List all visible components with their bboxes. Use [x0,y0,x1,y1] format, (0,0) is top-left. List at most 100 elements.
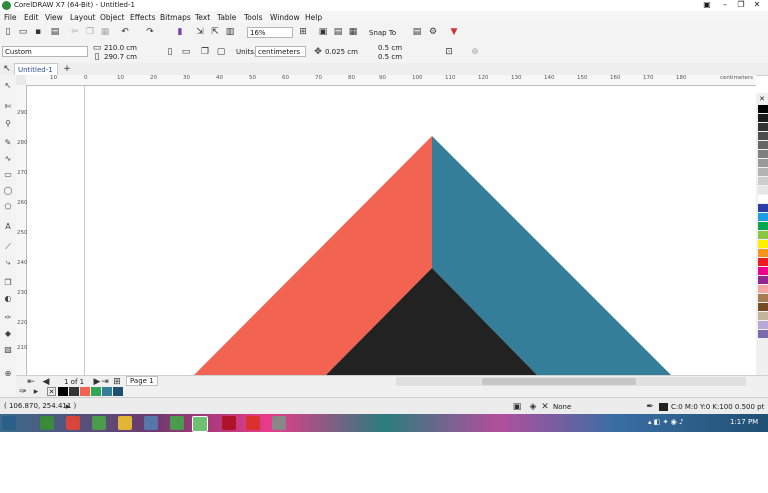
color-swatch[interactable] [758,213,768,221]
full-screen-icon[interactable]: ▣ [318,27,328,37]
copy-icon[interactable]: ❐ [85,27,95,37]
menu-bitmaps[interactable]: Bitmaps [160,13,191,22]
nudge-distance-field[interactable]: 0.025 cm [325,48,358,56]
options-icon[interactable]: ⚙ [428,27,438,37]
menu-text[interactable]: Text [195,13,210,22]
vertical-ruler[interactable]: 290 280 270 260 250 240 230 220 210 [16,85,28,375]
menu-window[interactable]: Window [270,13,300,22]
undo-icon[interactable]: ↶ [120,27,130,37]
portrait-icon[interactable]: ▯ [165,47,175,57]
doc-color-swatch[interactable] [91,387,101,396]
cut-icon[interactable]: ✂ [70,27,80,37]
all-pages-icon[interactable]: ❐ [200,47,210,57]
color-swatch[interactable] [758,258,768,266]
application-launcher-icon[interactable]: ▼ [449,27,459,37]
chrome-icon[interactable] [118,416,132,430]
eyedropper-tool-icon[interactable]: ✑ [3,313,13,323]
text-tool-icon[interactable]: A [3,222,13,232]
snap-to-dropdown[interactable]: Snap To [369,29,396,37]
current-page-icon[interactable]: ▢ [216,47,226,57]
menu-effects[interactable]: Effects [130,13,156,22]
landscape-icon[interactable]: ▭ [181,47,191,57]
color-swatch[interactable] [758,240,768,248]
color-swatch[interactable] [758,312,768,320]
eyedropper-icon[interactable]: ✑ [18,387,28,397]
zoom-level-field[interactable]: 16% [247,27,293,38]
connector-tool-icon[interactable]: ⤷ [3,258,13,268]
add-preset-icon[interactable]: ⊕ [470,47,480,57]
drop-shadow-icon[interactable]: ❒ [3,278,13,288]
new-document-tab-icon[interactable]: + [62,64,72,74]
taskbar-app-icon[interactable] [92,416,106,430]
color-swatch[interactable] [758,195,768,203]
doc-color-swatch[interactable] [69,387,79,396]
horizontal-ruler[interactable]: 10 0 10 20 30 40 50 60 70 80 90 100 110 … [26,75,756,86]
color-swatch[interactable] [758,123,768,131]
user-icon[interactable]: ▣ [700,0,714,10]
color-swatch[interactable] [758,159,768,167]
menu-table[interactable]: Table [217,13,236,22]
close-button[interactable]: ✕ [750,0,764,10]
search-content-icon[interactable]: ▮ [175,27,185,37]
menu-view[interactable]: View [45,13,63,22]
print-icon[interactable]: ▤ [50,27,60,37]
color-swatch[interactable] [758,276,768,284]
open-icon[interactable]: ▭ [18,27,28,37]
taskbar-app-icon[interactable] [246,416,260,430]
color-swatch[interactable] [758,231,768,239]
color-swatch[interactable] [758,114,768,122]
new-icon[interactable]: ▯ [3,27,13,37]
previous-page-icon[interactable]: ◀ [41,377,51,387]
tab-untitled-1[interactable]: Untitled-1 [14,63,58,75]
color-swatch[interactable] [758,294,768,302]
maximize-button[interactable]: ❐ [734,0,748,10]
taskbar-app-icon[interactable] [144,416,158,430]
color-swatch[interactable] [758,330,768,338]
toolbox-more-icon[interactable]: ⊕ [3,369,13,379]
rulers-icon[interactable]: ▤ [333,27,343,37]
taskbar-app-icon[interactable] [222,416,236,430]
taskbar-app-icon[interactable] [272,416,286,430]
menu-help[interactable]: Help [305,13,322,22]
menu-edit[interactable]: Edit [24,13,39,22]
save-icon[interactable]: ▪ [33,27,43,37]
color-swatch[interactable] [758,168,768,176]
color-swatch[interactable] [758,105,768,113]
redo-icon[interactable]: ↷ [145,27,155,37]
pick-tool-icon[interactable]: ↖ [2,64,12,74]
taskbar-app-icon[interactable] [66,416,80,430]
doc-color-swatch[interactable] [80,387,90,396]
color-swatch[interactable] [758,285,768,293]
paste-icon[interactable]: ▦ [100,27,110,37]
units-select[interactable]: centimeters [255,46,306,57]
duplicate-distance-x-field[interactable]: 0.5 cm [378,44,402,52]
last-page-icon[interactable]: ⇥ [100,377,110,387]
page-preset-select[interactable]: Custom [2,46,88,57]
page-width-field[interactable]: 210.0 cm [104,44,137,52]
drawing-canvas[interactable] [27,86,756,375]
color-swatch[interactable] [758,303,768,311]
crop-tool-icon[interactable]: ✄ [3,102,13,112]
ellipse-tool-icon[interactable]: ◯ [3,186,13,196]
parallel-dimension-icon[interactable]: ⟋ [3,242,13,252]
page-height-field[interactable]: 290.7 cm [104,53,137,61]
zoom-tool-icon[interactable]: ⚲ [3,119,13,129]
artistic-media-icon[interactable]: ∿ [3,154,13,164]
freehand-tool-icon[interactable]: ✎ [3,138,13,148]
taskbar-app-icon[interactable] [40,416,54,430]
scrollbar-thumb[interactable] [482,378,636,385]
color-swatch[interactable] [758,249,768,257]
treat-as-filled-icon[interactable]: ⊡ [444,47,454,57]
status-arrow-icon[interactable]: ▸ [63,402,73,412]
color-swatch[interactable] [758,267,768,275]
no-color-swatch[interactable]: ✕ [757,95,767,103]
transparency-tool-icon[interactable]: ◐ [3,294,13,304]
color-swatch[interactable] [758,132,768,140]
import-icon[interactable]: ⇲ [195,27,205,37]
color-swatch[interactable] [758,186,768,194]
doc-color-swatch[interactable] [102,387,112,396]
welcome-screen-icon[interactable]: ▤ [412,27,422,37]
doc-color-swatch[interactable] [113,387,123,396]
clock[interactable]: 1:17 PM [730,418,758,426]
menu-object[interactable]: Object [100,13,124,22]
